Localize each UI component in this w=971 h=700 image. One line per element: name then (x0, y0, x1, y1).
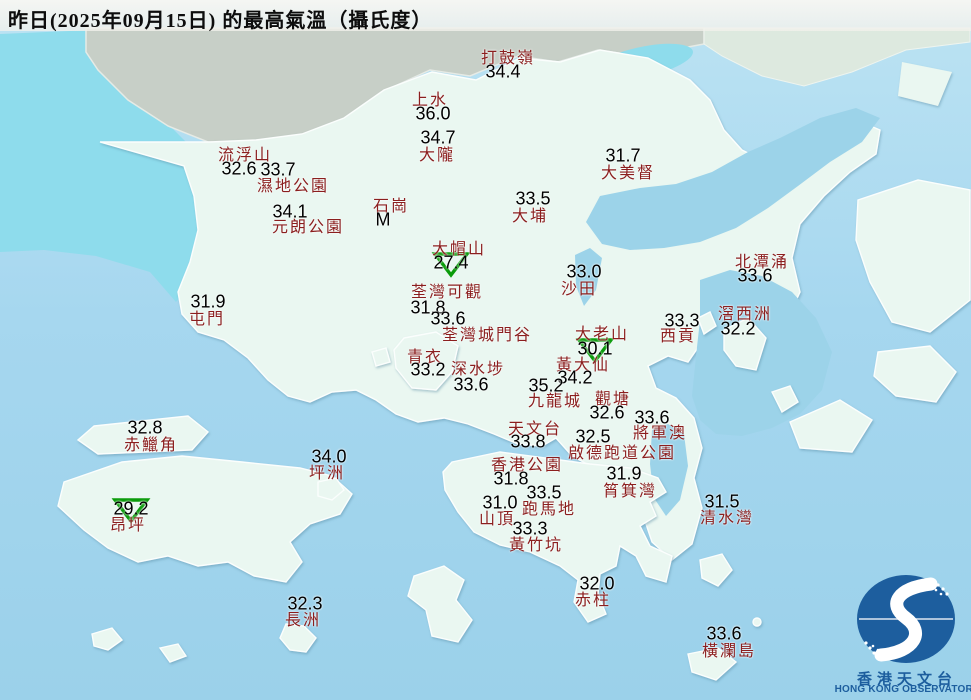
station-value: 32.6 (221, 158, 257, 179)
hko-logo-icon (857, 575, 955, 663)
station-value: 31.5 (704, 491, 740, 512)
station-value: 33.7 (260, 159, 296, 180)
station-value: 33.5 (515, 188, 551, 209)
station-value: 33.6 (706, 623, 742, 644)
station-value: 33.6 (430, 308, 466, 329)
station-value: 32.5 (575, 426, 611, 447)
station-value: 32.3 (287, 593, 323, 614)
station-value: 34.7 (420, 127, 456, 148)
station-value: 31.8 (493, 468, 529, 489)
station-value: 34.0 (311, 446, 347, 467)
station-value: 32.8 (127, 417, 163, 438)
station-value: 31.0 (482, 492, 518, 513)
map-title: 昨日(2025年09月15日) 的最高氣溫（攝氏度） (8, 10, 433, 32)
station-value: 33.2 (410, 359, 446, 380)
station-value: 31.9 (606, 463, 642, 484)
station-value: 33.0 (566, 261, 602, 282)
station-value: 33.8 (510, 431, 546, 452)
station-value: 33.6 (634, 407, 670, 428)
station-value: 31.9 (190, 291, 226, 312)
station-value: 33.3 (664, 310, 700, 331)
hko-logo-english-name: HONG KONG OBSERVATORY (834, 684, 971, 695)
station-value: 27.4 (433, 252, 469, 273)
station-value: 34.4 (485, 61, 521, 82)
station-value: 33.3 (512, 518, 548, 539)
station-value: 33.5 (526, 482, 562, 503)
station-value: 32.0 (579, 573, 615, 594)
station-value: 31.7 (605, 145, 641, 166)
station-value: M (375, 209, 391, 230)
station-value: 34.1 (272, 201, 308, 222)
station-value: 33.6 (737, 265, 773, 286)
station-value: 36.0 (415, 103, 451, 124)
weather-map-page: 昨日(2025年09月15日) 的最高氣溫（攝氏度） 打鼓嶺 34.4 上水 36.0… (0, 0, 971, 700)
hko-logo: 香港天文台 HONG KONG OBSERVATORY (835, 572, 971, 698)
station-value: 32.6 (589, 402, 625, 423)
station-value: 32.2 (720, 318, 756, 339)
station-value: 29.2 (113, 498, 149, 519)
station-value: 33.6 (453, 374, 489, 395)
station-value: 35.2 (528, 375, 564, 396)
stations-layer: 打鼓嶺 34.4 上水 36.0 大隴 34.7 大美督 31.7 流浮山 32.6 濕地公園 33.… (0, 0, 971, 700)
